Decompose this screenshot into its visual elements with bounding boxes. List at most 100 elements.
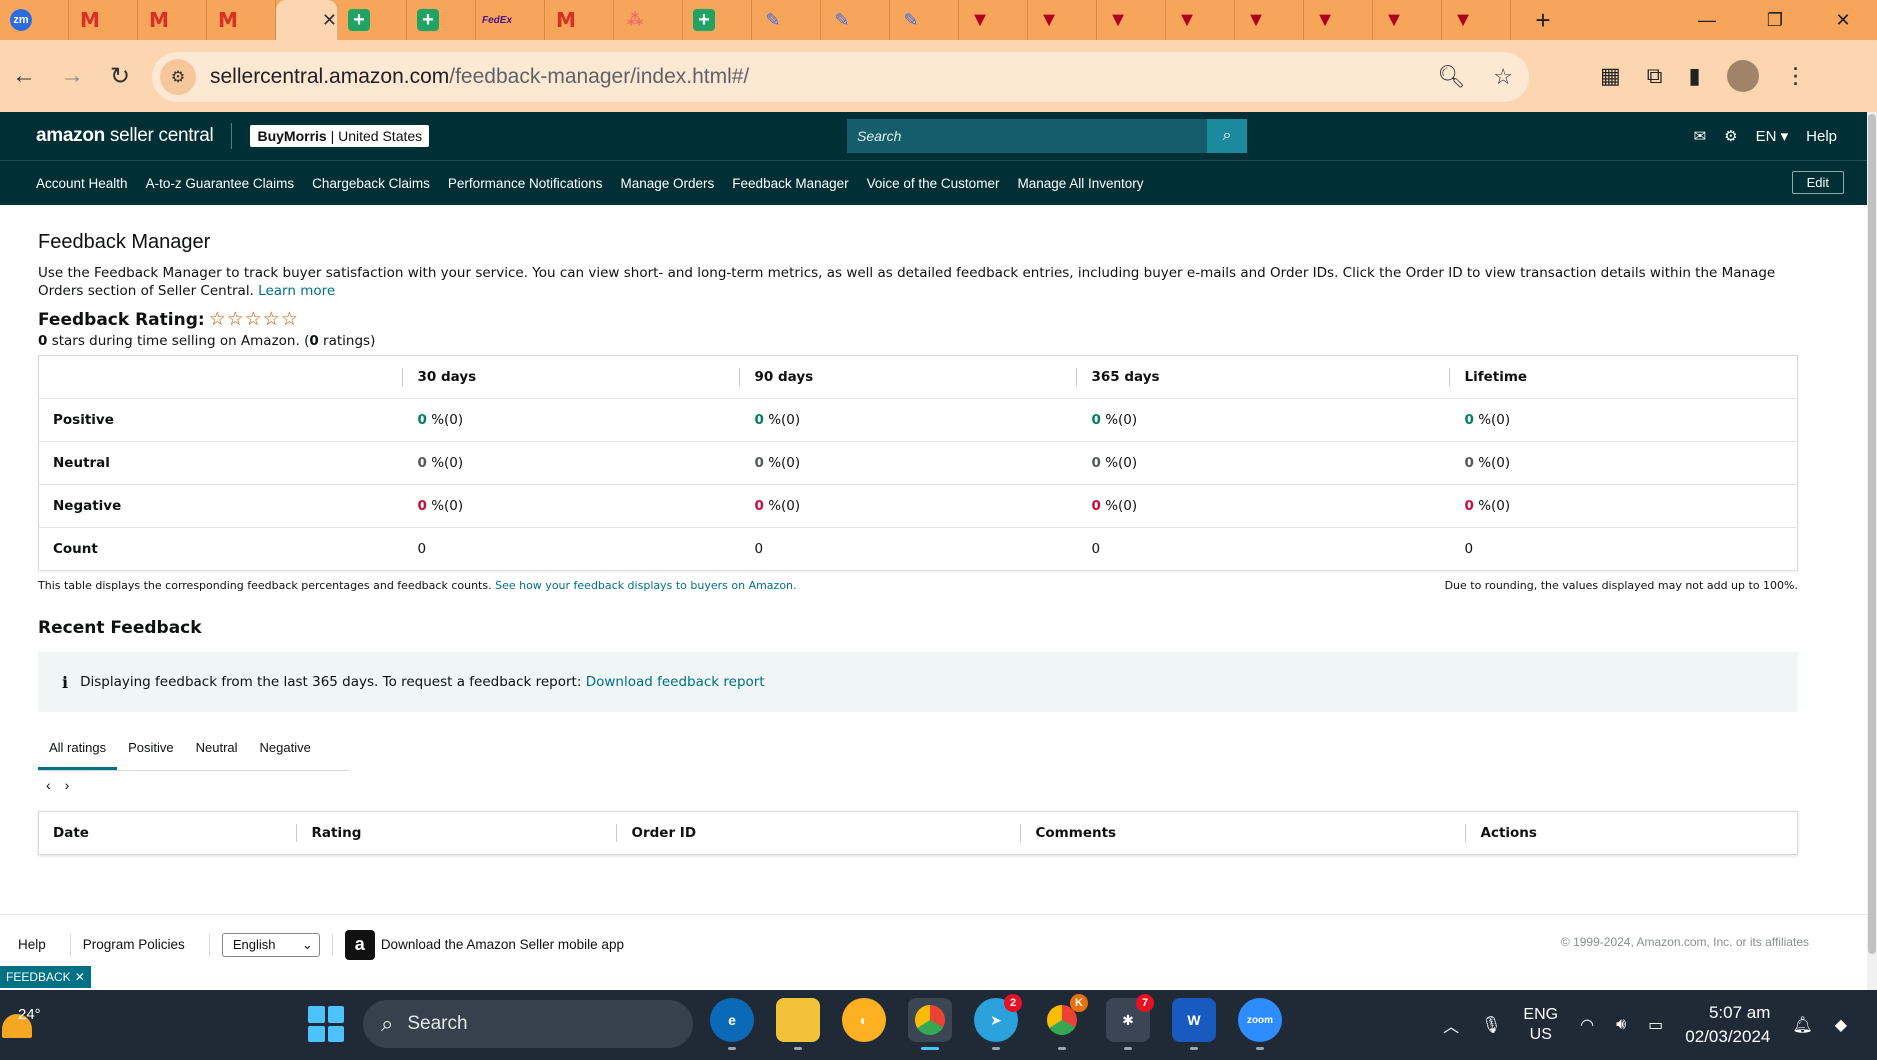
weather-widget[interactable]: 24° (0, 996, 60, 1056)
chrome-icon[interactable] (908, 998, 952, 1050)
browser-tab[interactable]: ▼ (1373, 0, 1442, 40)
vpn-icon[interactable]: ◐ (842, 998, 886, 1042)
seller-central-logo[interactable]: amazon seller central (36, 125, 214, 147)
browser-tab[interactable]: ▼ (1166, 0, 1235, 40)
qr-code-icon[interactable]: ▦ (1600, 63, 1621, 89)
language-dropdown[interactable]: English ⌄ (221, 932, 320, 957)
browser-tab[interactable]: ✎ (821, 0, 890, 40)
battery-icon[interactable]: ▭ (1648, 1015, 1663, 1035)
url-text[interactable]: sellercentral.amazon.com/feedback-manage… (210, 65, 749, 89)
slack-icon[interactable]: ✱ 7 (1106, 994, 1154, 1050)
browser-menu-icon[interactable]: ⋮ (1785, 63, 1807, 89)
zoom-app-icon[interactable]: zoom (1238, 998, 1282, 1050)
close-icon[interactable]: ✕ (75, 970, 85, 984)
profile-avatar[interactable] (1726, 60, 1759, 92)
program-policies-link[interactable]: Program Policies (83, 937, 185, 952)
browser-tab[interactable]: ✕ (276, 0, 338, 40)
zoom-icon[interactable]: 🔍︎ (1437, 64, 1465, 90)
browser-tab[interactable]: ▼ (1028, 0, 1097, 40)
download-app-link[interactable]: Download the Amazon Seller mobile app (381, 937, 624, 952)
wifi-icon[interactable]: ◠ (1580, 1015, 1594, 1035)
footer-help-link[interactable]: Help (18, 937, 46, 952)
nav-item-feedback-manager[interactable]: Feedback Manager (732, 176, 848, 191)
browser-tab[interactable]: + (683, 0, 752, 40)
column-comments[interactable]: Comments (1019, 812, 1465, 855)
new-tab-button[interactable]: + (1523, 5, 1563, 36)
restore-icon[interactable]: ❐ (1741, 0, 1809, 40)
forward-icon[interactable]: → (48, 62, 96, 90)
nav-item-a-to-z-guarantee-claims[interactable]: A-to-z Guarantee Claims (146, 176, 295, 191)
store-switcher[interactable]: BuyMorris | United States (250, 125, 430, 147)
back-icon[interactable]: ← (0, 62, 48, 90)
browser-tab[interactable]: ▼ (1442, 0, 1511, 40)
tab-negative[interactable]: Negative (249, 728, 322, 770)
feedback-widget-tab[interactable]: FEEDBACK ✕ (0, 966, 91, 988)
browser-tab[interactable]: M (207, 0, 276, 40)
chevron-right-icon[interactable]: › (65, 777, 70, 793)
nav-item-chargeback-claims[interactable]: Chargeback Claims (312, 176, 430, 191)
browser-tab[interactable]: ⁂ (614, 0, 683, 40)
page-scrollbar[interactable] (1867, 112, 1877, 990)
language-selector[interactable]: EN ▾ (1756, 127, 1789, 145)
mail-icon[interactable]: ✉ (1694, 127, 1707, 145)
tab-positive[interactable]: Positive (117, 728, 185, 770)
side-panel-icon[interactable]: ▮ (1689, 63, 1701, 89)
nav-item-manage-all-inventory[interactable]: Manage All Inventory (1017, 176, 1143, 191)
tab-all-ratings[interactable]: All ratings (38, 728, 118, 770)
browser-tab[interactable]: zm (0, 0, 69, 40)
bookmark-star-icon[interactable]: ☆ (1493, 64, 1513, 90)
browser-tab[interactable]: ▼ (1097, 0, 1166, 40)
browser-tab[interactable]: M (69, 0, 138, 40)
chevron-left-icon[interactable]: ‹ (46, 777, 51, 793)
feedback-display-link[interactable]: See how your feedback displays to buyers… (495, 579, 796, 592)
amazon-app-icon[interactable]: a (344, 929, 375, 960)
chevron-up-icon[interactable]: ︿ (1443, 1013, 1459, 1037)
edge-icon[interactable]: e (710, 998, 754, 1050)
edit-nav-button[interactable]: Edit (1791, 171, 1844, 194)
close-window-icon[interactable]: ✕ (1809, 0, 1877, 40)
word-icon[interactable]: W (1172, 998, 1216, 1050)
nav-item-voice-of-the-customer[interactable]: Voice of the Customer (867, 176, 1000, 191)
minimize-icon[interactable]: — (1673, 0, 1741, 40)
column-date[interactable]: Date (39, 812, 296, 855)
browser-tab[interactable]: + (407, 0, 476, 40)
column-rating[interactable]: Rating (295, 812, 616, 855)
volume-icon[interactable]: 🔊︎ (1616, 1016, 1626, 1034)
telegram-icon[interactable]: ➤ 2 (974, 994, 1022, 1050)
browser-tab[interactable]: ✎ (752, 0, 821, 40)
learn-more-link[interactable]: Learn more (258, 283, 335, 299)
reload-icon[interactable]: ↻ (96, 62, 144, 91)
notification-bell-icon[interactable]: 🔔︎ (1792, 1015, 1812, 1035)
nav-item-performance-notifications[interactable]: Performance Notifications (448, 176, 603, 191)
browser-tab[interactable]: M (545, 0, 614, 40)
browser-tab[interactable]: + (338, 0, 407, 40)
settings-gear-icon[interactable]: ⚙ (1724, 127, 1737, 145)
taskbar-search[interactable]: ⌕ Search (363, 1000, 693, 1048)
browser-tab[interactable]: ▼ (1304, 0, 1373, 40)
nav-item-account-health[interactable]: Account Health (36, 176, 128, 191)
column-actions[interactable]: Actions (1464, 812, 1798, 855)
close-tab-icon[interactable]: ✕ (322, 10, 337, 31)
chrome-profile-icon[interactable]: K (1040, 994, 1088, 1050)
browser-tab[interactable]: ▼ (959, 0, 1028, 40)
help-link[interactable]: Help (1806, 128, 1837, 145)
file-explorer-icon[interactable] (776, 998, 820, 1050)
browser-tab[interactable]: ▼ (1235, 0, 1304, 40)
tab-neutral[interactable]: Neutral (185, 728, 249, 770)
microphone-icon[interactable]: 🎙︎ (1481, 1015, 1501, 1035)
nav-item-manage-orders[interactable]: Manage Orders (621, 176, 715, 191)
extensions-puzzle-icon[interactable]: ⧉ (1647, 63, 1663, 89)
browser-tab[interactable]: ✎ (890, 0, 959, 40)
search-button[interactable]: ⌕ (1207, 119, 1247, 153)
start-button[interactable] (308, 1006, 344, 1042)
column-order-id[interactable]: Order ID (615, 812, 1020, 855)
browser-tab[interactable]: M (138, 0, 207, 40)
search-input[interactable] (847, 119, 1207, 153)
input-language[interactable]: ENG US (1523, 1005, 1558, 1045)
clock[interactable]: 5:07 am 02/03/2024 (1685, 1001, 1770, 1049)
copilot-icon[interactable]: ◆ (1835, 1015, 1847, 1035)
site-info-icon[interactable]: ⚙ (160, 59, 196, 95)
download-feedback-report-link[interactable]: Download feedback report (586, 674, 765, 690)
browser-tab[interactable]: FedEx (476, 0, 545, 40)
address-bar[interactable]: ⚙ sellercentral.amazon.com/feedback-mana… (152, 52, 1529, 102)
